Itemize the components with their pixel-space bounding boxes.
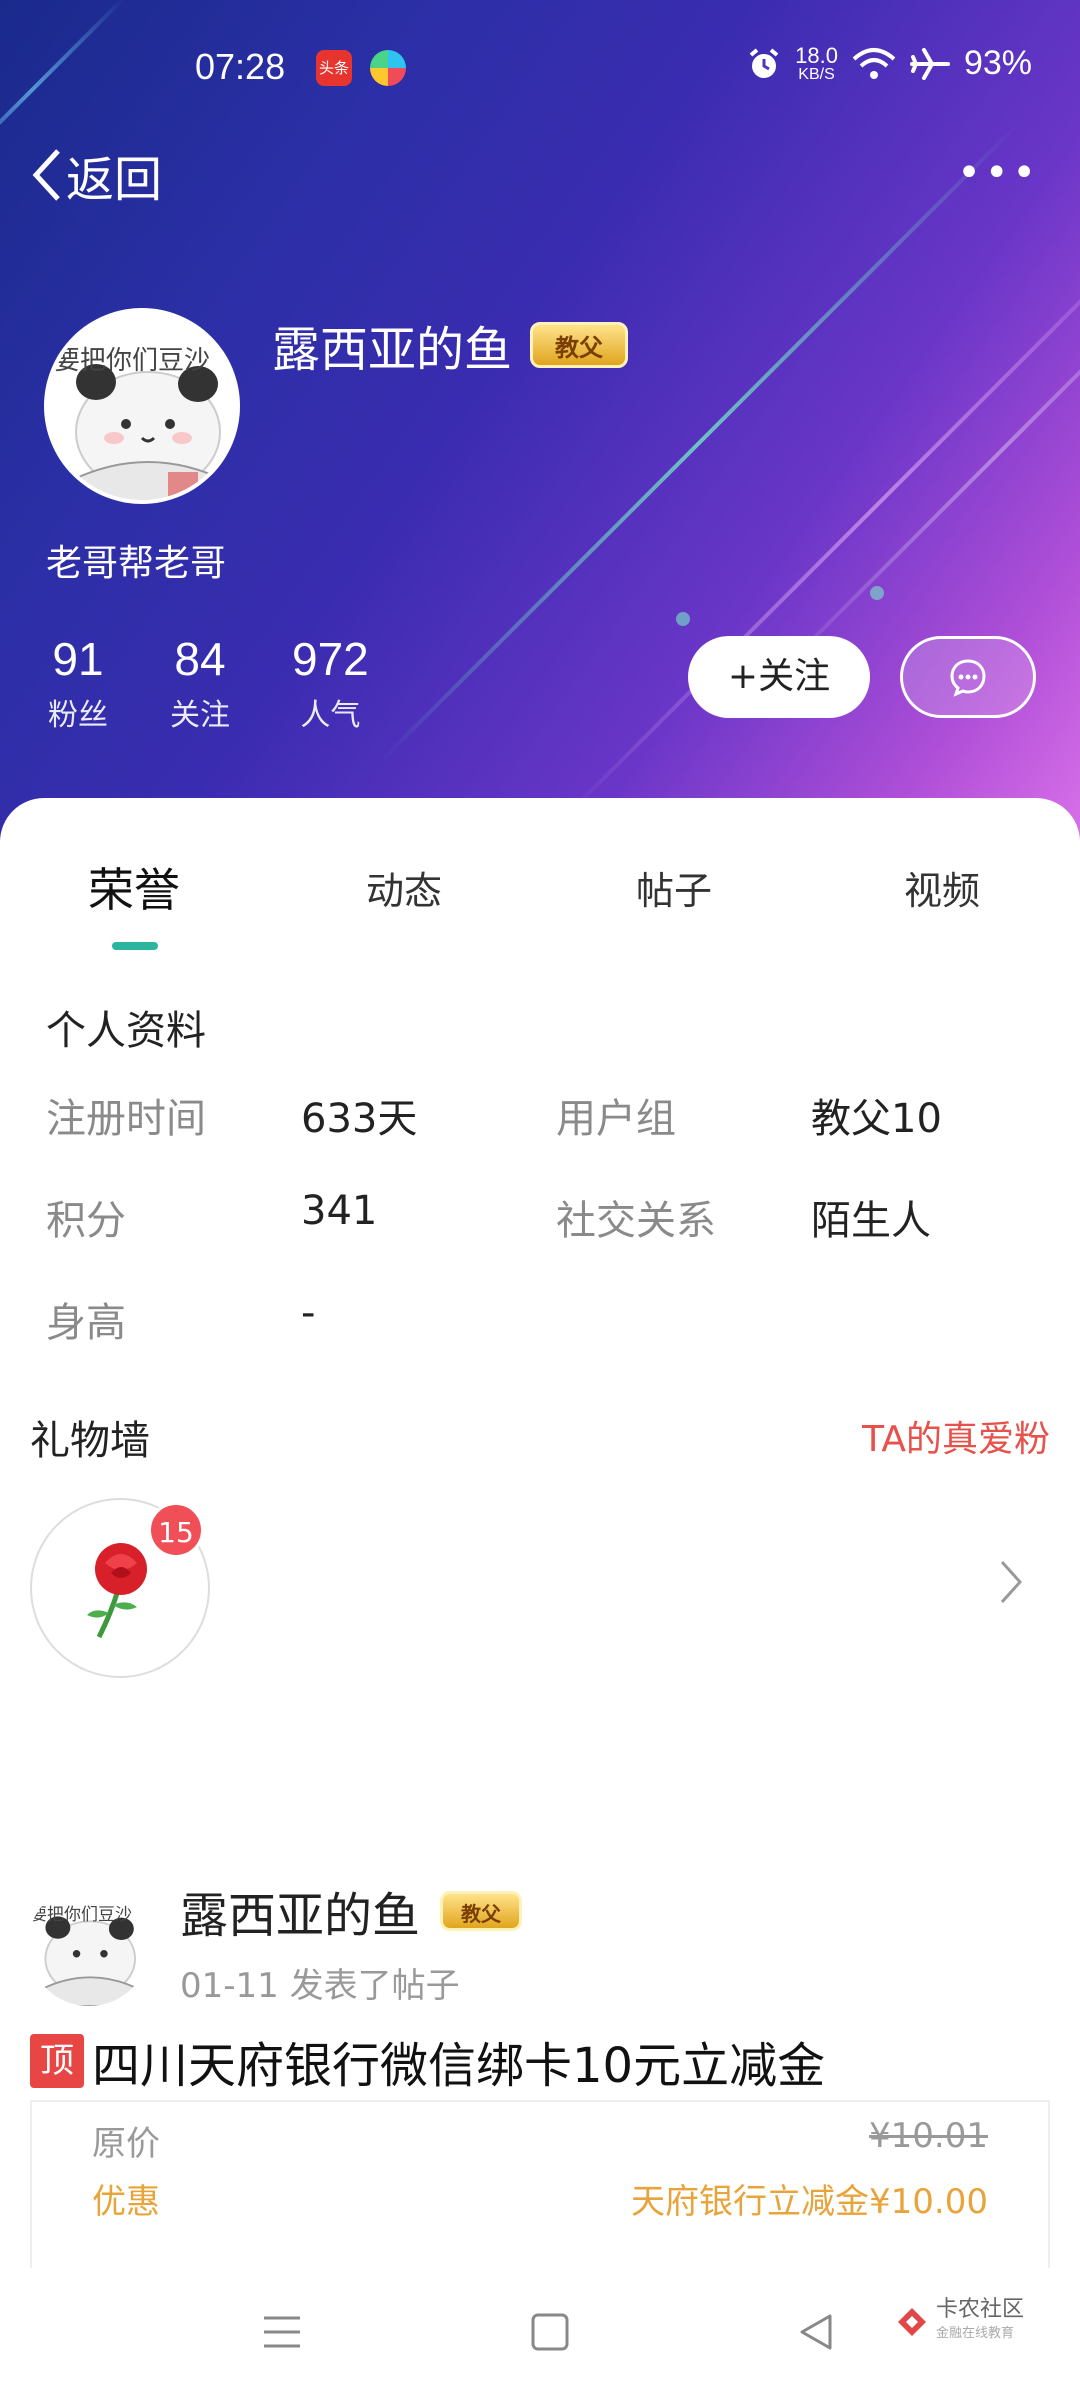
light-dot [676,612,690,626]
alarm-icon [749,47,779,78]
gift-wall-more[interactable] [998,1558,1024,1610]
price-card[interactable]: 原价 ¥10.01 优惠 天府银行立减金¥10.00 [30,2100,1050,2280]
post-title: 四川天府银行微信绑卡10元立减金 [92,2038,826,2094]
profile-name-row: 露西亚的鱼 教父 [272,310,629,380]
info-row: 注册时间 633天 用户组 教父10 [46,1086,1046,1188]
stat-following[interactable]: 84 关注 [170,632,230,734]
light-dot [870,586,884,600]
stat-label: 粉丝 [48,698,108,733]
profile-tabs: 荣誉 动态 帖子 视频 [0,860,1080,940]
tab-posts[interactable]: 帖子 [636,860,712,915]
profile-signature: 老哥帮老哥 [46,543,227,584]
info-value: - [301,1290,316,1336]
back-button[interactable]: 返回 [30,140,162,210]
stat-value: 91 [52,633,104,685]
system-navigation-bar: 卡农社区 金融在线教育 [0,2268,1080,2400]
chevron-left-icon [32,149,60,201]
info-value: 陌生人 [811,1198,931,1244]
post-author-name[interactable]: 露西亚的鱼 [180,1876,420,1946]
stat-popularity: 972 人气 [292,632,369,734]
back-label: 返回 [66,152,163,208]
kanong-logo-icon [897,2308,926,2336]
light-streak [748,205,1080,704]
info-key: 身高 [46,1300,126,1346]
avatar[interactable]: 要把你们豆沙 [44,308,240,504]
chevron-right-icon [1000,1560,1023,1604]
stat-label: 关注 [170,698,230,733]
wifi-icon [852,47,896,79]
profile-username: 露西亚的鱼 [272,322,513,378]
status-bar: 07:28 头条 18.0 KB/S 93% [0,0,1080,140]
profile-stats: 91 粉丝 84 关注 972 人气 [48,632,369,734]
more-dots-icon: ••• [957,150,1040,196]
info-value: 633天 [301,1096,418,1142]
tab-videos[interactable]: 视频 [904,860,980,915]
stat-value: 972 [292,633,369,685]
rank-badge: 教父 [530,322,629,368]
info-key: 注册时间 [46,1096,206,1142]
follow-button[interactable]: +关注 [688,636,870,718]
active-tab-indicator [112,942,158,950]
original-price-value: ¥10.01 [869,2116,988,2156]
post-author-row: 露西亚的鱼 教父 [180,1876,523,1946]
status-time: 07:28 [195,46,286,87]
info-row: 身高 - [46,1290,1046,1392]
gift-wall-title: 礼物墙 [30,1418,150,1464]
app-notification-icon [370,50,406,86]
discount-label: 优惠 [92,2182,160,2222]
stat-value: 84 [174,633,226,685]
profile-content-sheet: 荣誉 动态 帖子 视频 个人资料 注册时间 633天 用户组 教父10 积分 3… [0,798,1080,2280]
more-options-button[interactable]: ••• [957,150,1040,196]
tab-honor[interactable]: 荣誉 [88,854,180,920]
avatar-caption: 要把你们豆沙 [30,1905,132,1925]
info-row: 积分 341 社交关系 陌生人 [46,1188,1046,1290]
battery-percent: 93% [963,44,1032,82]
watermark-title: 卡农社区 [935,2297,1024,2322]
post-title-row[interactable]: 顶 四川天府银行微信绑卡10元立减金 [30,2026,825,2096]
message-button[interactable] [900,636,1036,718]
watermark-subtitle: 金融在线教育 [935,2326,1014,2341]
info-key: 社交关系 [556,1198,716,1244]
post-author-avatar[interactable]: 要把你们豆沙 [28,1884,150,2006]
network-speed: 18.0 KB/S [795,42,838,83]
gift-count-badge: 15 [148,1502,204,1558]
true-fans-link[interactable]: TA的真爱粉 [862,1410,1050,1462]
info-value: 教父10 [811,1096,942,1142]
toutiao-app-icon: 头条 [316,50,352,86]
pinned-tag: 顶 [30,2034,84,2088]
info-key: 积分 [46,1198,126,1244]
tab-activity[interactable]: 动态 [366,860,442,915]
info-key: 用户组 [556,1096,676,1142]
personal-info-grid: 注册时间 633天 用户组 教父10 积分 341 社交关系 陌生人 身高 - [46,1086,1046,1392]
avatar-caption: 要把你们豆沙 [54,346,211,376]
chat-bubble-icon [950,659,986,697]
info-value: 341 [301,1188,378,1234]
airplane-mode-icon [909,47,950,80]
post-meta: 01-11 发表了帖子 [180,1966,460,2006]
personal-info-title: 个人资料 [46,1008,206,1054]
home-icon[interactable] [530,2312,570,2352]
stat-fans[interactable]: 91 粉丝 [48,632,108,734]
rank-badge: 教父 [440,1891,523,1931]
watermark: 卡农社区 金融在线教育 [894,2298,1024,2346]
discount-value: 天府银行立减金¥10.00 [631,2182,988,2222]
stat-label: 人气 [300,698,361,733]
menu-icon[interactable] [262,2312,302,2352]
back-nav-icon[interactable] [796,2312,836,2352]
original-price-label: 原价 [92,2124,160,2164]
